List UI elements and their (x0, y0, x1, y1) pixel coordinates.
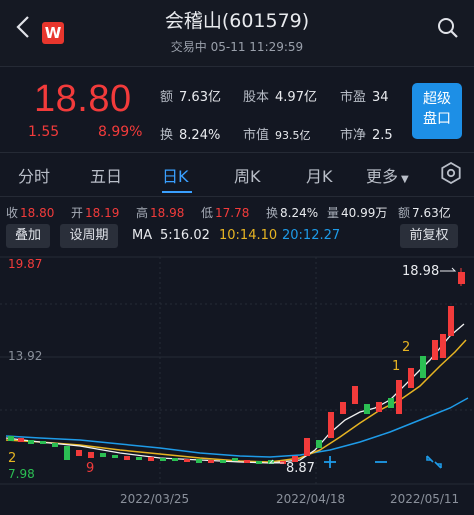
low-value: 低 17.78 (201, 206, 250, 220)
ma10-value: 10:14.10 (219, 228, 278, 243)
active-tab-indicator (162, 191, 192, 193)
top-bar: W 会稽山(601579) 交易中 05-11 11:29:59 (0, 0, 474, 66)
x-label-start: 2022/03/25 (120, 492, 190, 506)
set-period-button[interactable]: 设周期 (60, 224, 118, 248)
event-marker-2b[interactable]: 2 (402, 340, 410, 355)
tab-five-day[interactable]: 五日 (90, 163, 122, 187)
order-book-label-2: 盘口 (423, 111, 451, 127)
divider (0, 196, 474, 197)
high-pointer (440, 267, 457, 272)
event-marker-9[interactable]: 9 (86, 461, 94, 476)
super-order-book-button[interactable]: 超级 盘口 (412, 83, 462, 139)
tab-more[interactable]: 更多 ▼ (366, 163, 409, 187)
order-book-label-1: 超级 (423, 91, 451, 107)
y-mid-label: 13.92 (8, 349, 42, 363)
tab-monthly-k[interactable]: 月K (306, 163, 333, 187)
amount-value: 额 7.63亿 (398, 206, 451, 220)
high-annotation: 18.98 (402, 264, 439, 279)
x-label-mid: 2022/04/18 (276, 492, 346, 506)
ma-label: MA (132, 228, 153, 243)
market-cap-field: 市值 93.5亿 (243, 128, 311, 143)
turnover-rate-value: 换 8.24% (266, 206, 319, 220)
stock-title: 会稽山(601579) (164, 10, 310, 32)
chart-period-tabs: 分时 五日 日K 周K 月K 更多 ▼ (0, 152, 474, 196)
ma20-value: 20:12.27 (282, 228, 341, 243)
low-annotation: 8.87 (286, 461, 315, 476)
last-price: 18.80 (34, 78, 132, 120)
chart-grid (0, 256, 474, 485)
y-max-label: 19.87 (8, 257, 42, 271)
overlay-button[interactable]: 叠加 (6, 224, 50, 248)
high-value: 高 18.98 (136, 206, 185, 220)
pb-field: 市净 2.5 (340, 128, 393, 143)
ma5-value: 5:16.02 (160, 228, 210, 243)
tab-daily-k[interactable]: 日K (162, 163, 189, 187)
ma5-line (5, 323, 465, 464)
price-change: 1.55 (28, 124, 60, 140)
x-label-end: 2022/05/11 (390, 492, 460, 506)
volume-value: 量 40.99万 (327, 206, 388, 220)
event-marker-2[interactable]: 2 (8, 451, 16, 466)
pe-field: 市盈 34 (340, 90, 389, 105)
turnover-field: 换 8.24% (160, 128, 221, 143)
divider (0, 66, 474, 67)
share-capital-field: 股本 4.97亿 (243, 90, 317, 105)
close-value: 收 18.80 (6, 206, 55, 220)
tab-weekly-k[interactable]: 周K (234, 163, 261, 187)
chevron-down-icon: ▼ (401, 174, 409, 185)
search-icon[interactable] (436, 16, 460, 40)
candlestick-chart[interactable]: 19.87 13.92 7.98 18.98 8.87 2 9 2 1 (0, 252, 474, 515)
amount-field: 额 7.63亿 (160, 90, 221, 105)
gear-icon[interactable] (440, 162, 462, 184)
trading-status: 交易中 05-11 11:29:59 (170, 40, 304, 54)
y-min-label: 7.98 (8, 467, 35, 481)
open-value: 开 18.19 (71, 206, 120, 220)
event-marker-1[interactable]: 1 (392, 359, 400, 374)
fullscreen-icon[interactable] (426, 455, 442, 469)
tab-intraday[interactable]: 分时 (18, 163, 50, 187)
zoom-in-icon[interactable] (324, 456, 336, 468)
adjust-mode-button[interactable]: 前复权 (400, 224, 458, 248)
price-change-percent: 8.99% (98, 124, 143, 140)
